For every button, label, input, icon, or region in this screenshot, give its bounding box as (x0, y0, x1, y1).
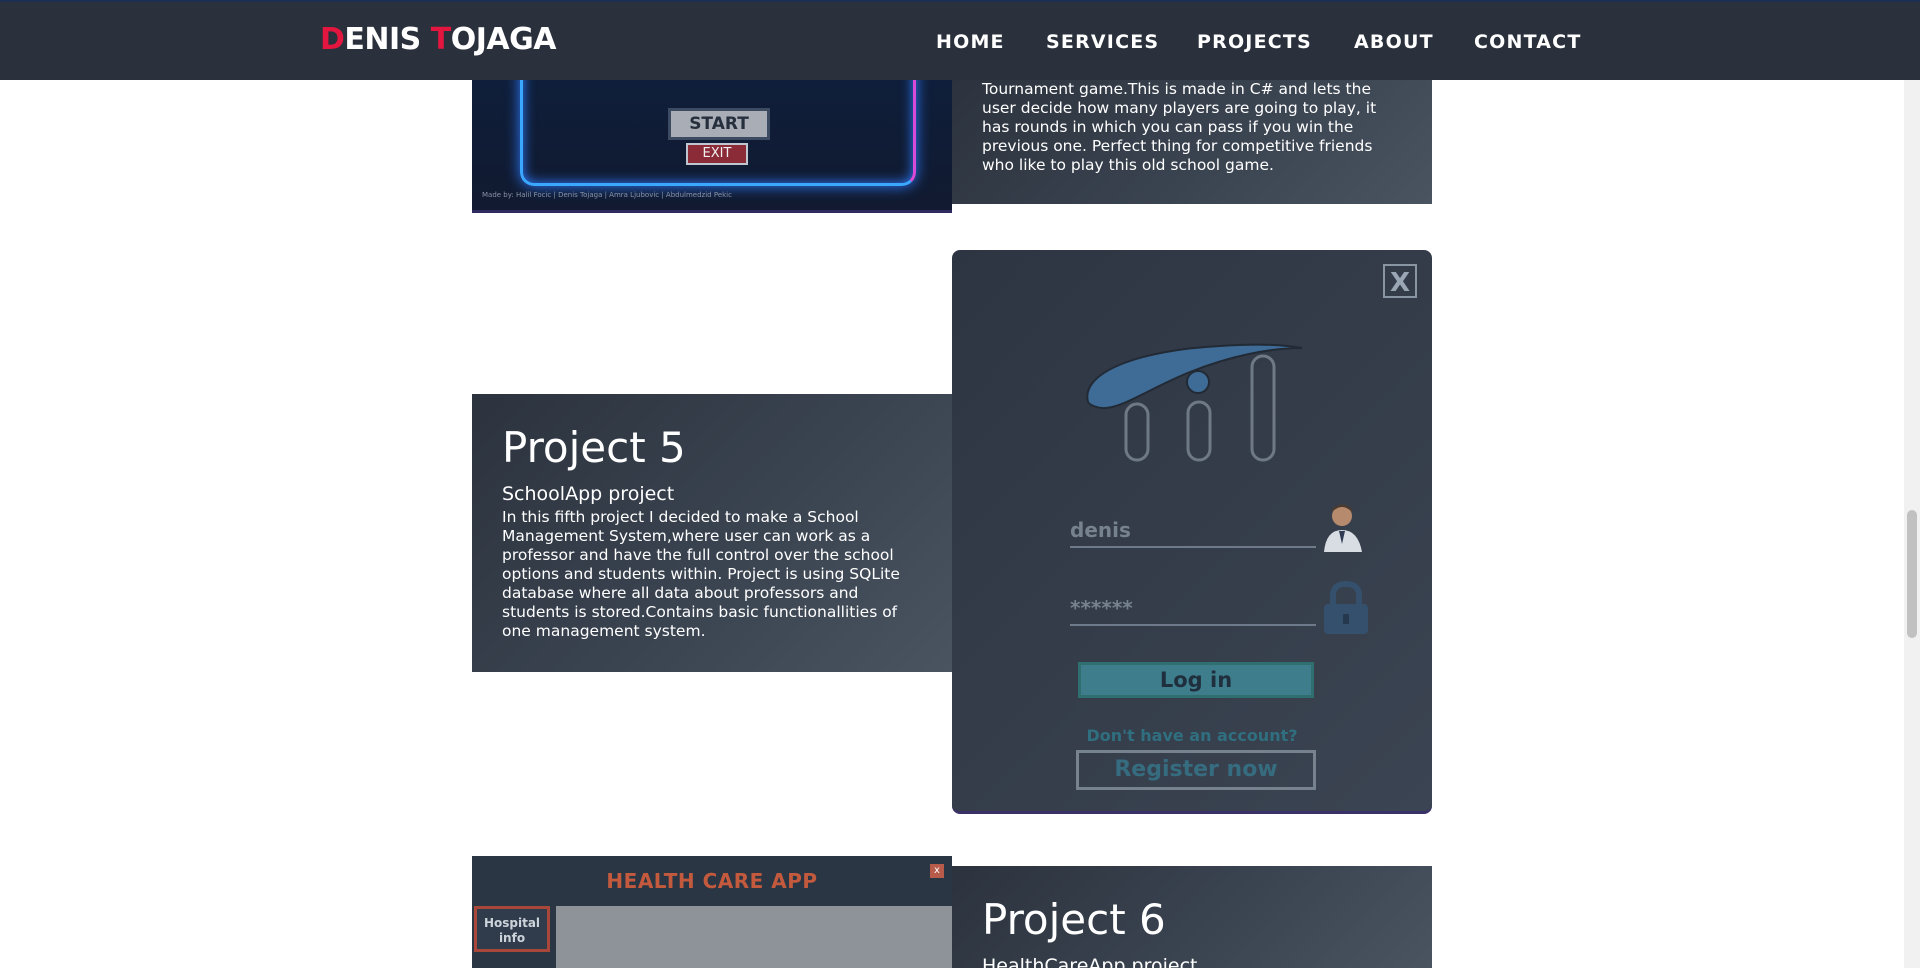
project5-card: Project 5 SchoolApp project In this fift… (472, 394, 952, 672)
game-exit-button: EXIT (686, 143, 748, 165)
site-logo[interactable]: DENIS TOJAGA (320, 22, 556, 57)
hc-main-area (556, 906, 952, 968)
lock-icon (1324, 580, 1368, 634)
hospital-info-item: Hospital info (474, 906, 550, 952)
close-icon: X (1383, 264, 1417, 298)
navbar: DENIS TOJAGA HOME SERVICES PROJECTS ABOU… (0, 0, 1920, 80)
nav-about[interactable]: ABOUT (1354, 31, 1434, 53)
close-icon: x (930, 864, 944, 878)
register-button: Register now (1076, 750, 1316, 790)
health-care-header: HEALTH CARE APP (472, 856, 952, 906)
project4-screenshot: START EXIT Made by: Halil Focic | Denis … (472, 80, 952, 213)
game-start-button: START (668, 108, 770, 140)
project5-screenshot: X denis ****** Log in Don't have an acco… (952, 250, 1432, 814)
project5-title: Project 5 (502, 423, 686, 472)
project6-subtitle: HealthCareApp project (982, 955, 1198, 968)
project4-card: Tournament game.This is made in C# and l… (952, 80, 1432, 204)
nav-contact[interactable]: CONTACT (1474, 31, 1582, 53)
no-account-text: Don't have an account? (1086, 726, 1298, 745)
project6-title: Project 6 (982, 895, 1166, 944)
project5-subtitle: SchoolApp project (502, 483, 675, 505)
project6-screenshot: HEALTH CARE APP x Hospital info (472, 856, 952, 968)
logo-letter-t: T (430, 22, 451, 57)
nav-home[interactable]: HOME (936, 31, 1005, 53)
nav-services[interactable]: SERVICES (1046, 31, 1159, 53)
game-credits: Made by: Halil Focic | Denis Tojaga | Am… (482, 191, 732, 199)
logo-letter-d: D (320, 22, 345, 57)
user-icon (1324, 504, 1362, 552)
project4-description: Tournament game.This is made in C# and l… (982, 80, 1377, 174)
password-field: ****** (1070, 596, 1316, 626)
project5-description: In this fifth project I decided to make … (502, 508, 900, 640)
scrollbar-thumb[interactable] (1907, 510, 1917, 638)
project6-card: Project 6 HealthCareApp project (952, 866, 1432, 968)
app-logo-icon (1086, 343, 1303, 462)
username-field: denis (1070, 518, 1316, 548)
logo-text-ojaga: OJAGA (450, 22, 557, 57)
login-button: Log in (1078, 662, 1314, 698)
logo-text-enis: ENIS (344, 22, 431, 57)
nav-projects[interactable]: PROJECTS (1197, 31, 1312, 53)
